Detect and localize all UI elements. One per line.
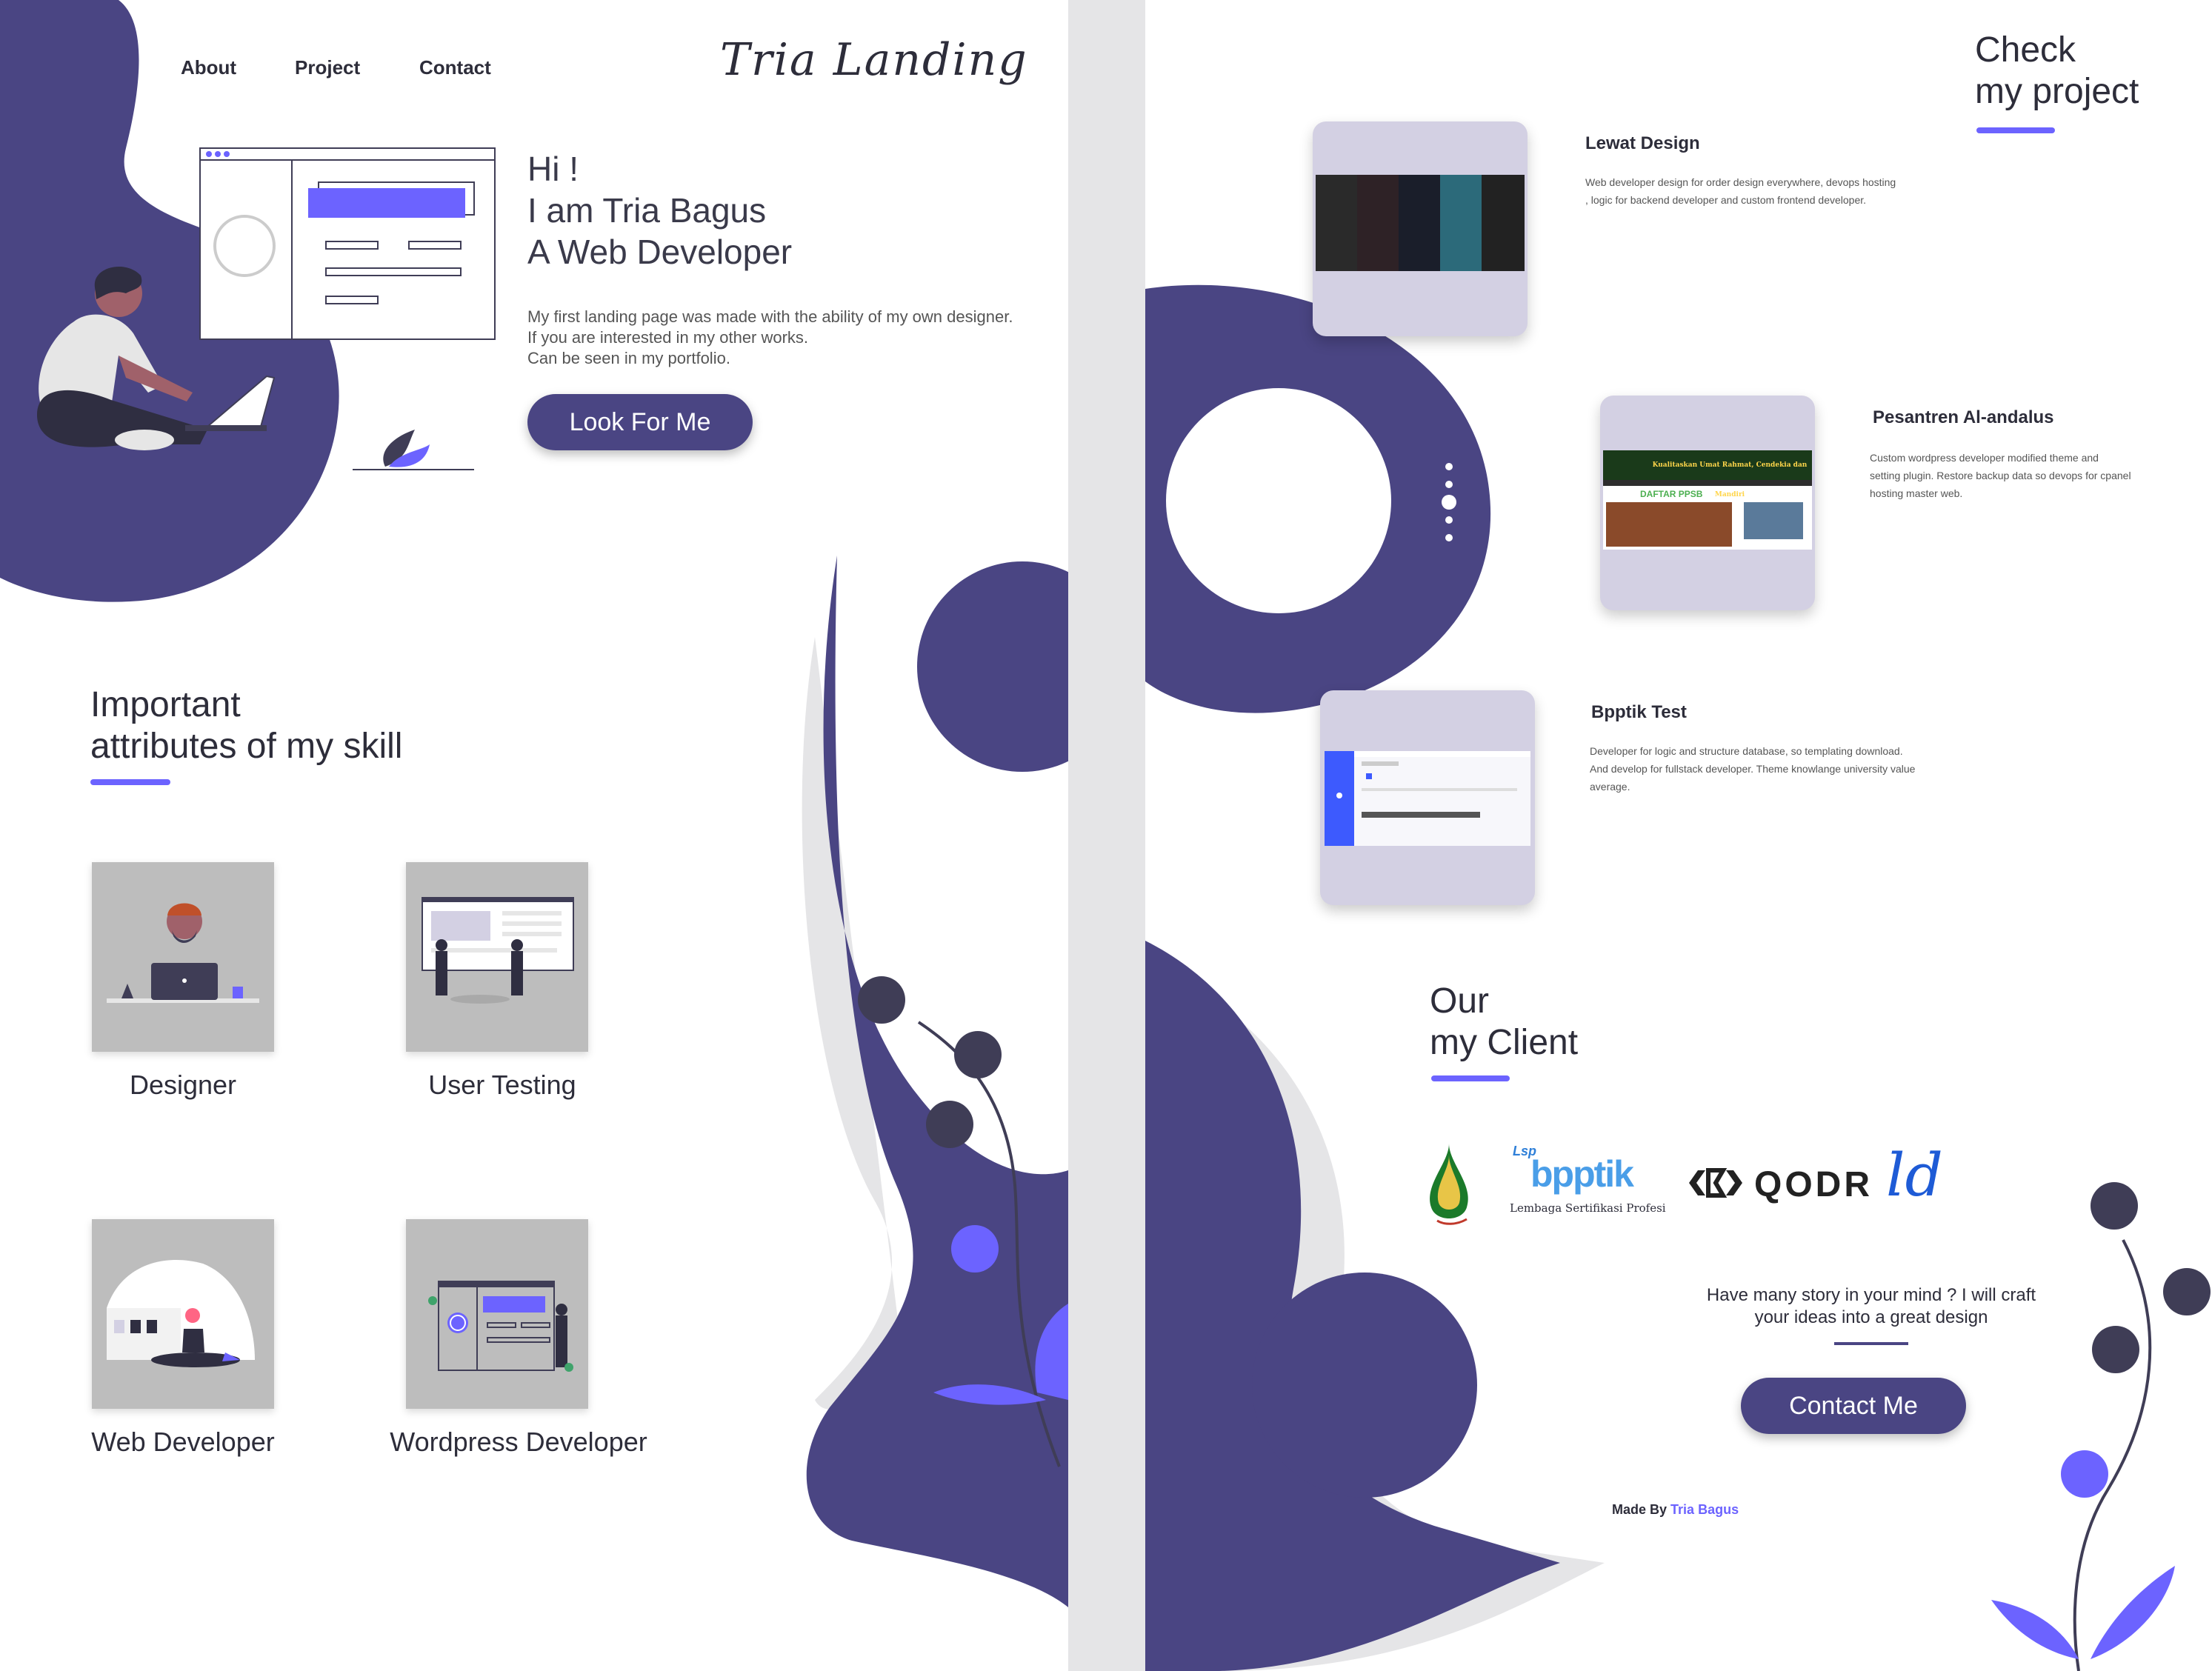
skill-card-wordpress-developer[interactable] [406,1219,588,1409]
projects-title-line: my project [1975,72,2139,111]
project-desc-line: average. [1590,781,1630,793]
page-gutter [1068,0,1145,1671]
wordpress-illustration-icon [428,1281,573,1372]
pesantren-thumb-daftar: DAFTAR PPSB [1640,489,1703,499]
landing-page-left: About Project Contact Tria Landing Hi ! … [0,0,1068,1671]
hero-intro: I am Tria Bagus [527,191,767,230]
skills-title-line: attributes of my skill [90,727,403,766]
pesantren-thumb-banner: Kualitaskan Umat Rahmat, Cendekia dan Ma… [1603,450,1812,498]
project-desc-line: And develop for fullstack developer. The… [1590,763,1916,775]
project-desc-line: Custom wordpress developer modified them… [1870,452,2099,464]
bpptik-logo[interactable]: Lsp bpptik Lembaga Sertifikasi Profesi [1508,1144,1671,1225]
project-desc-pesantren: Custom wordpress developer modified them… [1870,449,2181,502]
skill-label-web-developer: Web Developer [91,1427,275,1457]
clients-title-underline [1431,1075,1510,1081]
skill-card-designer[interactable] [92,862,274,1052]
skills-title-underline [90,779,170,785]
project-desc-bpptik: Developer for logic and structure databa… [1590,742,1975,796]
skill-label-user-testing: User Testing [428,1070,576,1100]
project-desc-line: setting plugin. Restore backup data so d… [1870,470,2131,481]
project-title-bpptik: Bpptik Test [1591,702,1687,722]
decorative-ring-shape [1145,284,1491,713]
footer-credit: Made By Tria Bagus [1612,1502,1739,1518]
skill-card-user-testing[interactable] [406,862,588,1052]
decorative-wave-shape [802,556,1068,1607]
project-desc-line: hosting master web. [1870,487,1963,499]
footer-made-by: Made By [1612,1502,1668,1517]
skill-label-designer: Designer [129,1070,237,1100]
designer-illustration-icon [107,903,259,1003]
project-thumbnail-bpptik [1325,751,1530,846]
nav-project-link[interactable]: Project [295,56,360,79]
hero-role: A Web Developer [527,233,793,271]
projects-title: Check my project [1975,30,2139,113]
projects-title-underline [1976,127,2055,133]
hero-greeting: Hi ! [527,150,579,188]
nav-about-link[interactable]: About [181,56,236,79]
project-desc-line: , logic for backend developer and custom… [1585,194,1867,206]
hero-description: My first landing page was made with the … [527,307,1061,369]
look-for-me-button[interactable]: Look For Me [527,394,753,450]
ld-logo[interactable]: ld [1886,1141,1945,1222]
landing-page-right: Check my project Lewat Design Web develo… [1145,0,2212,1671]
hero-desc-line: My first landing page was made with the … [527,307,1013,326]
project-card-lewat-design[interactable] [1313,121,1528,336]
clients-title-line: Our [1430,981,1490,1021]
bpptik-name-text: bpptik [1530,1153,1634,1195]
skills-title: Important attributes of my skill [90,684,402,767]
bpptik-sub-text: Lembaga Sertifikasi Profesi [1510,1201,1666,1215]
contact-me-button[interactable]: Contact Me [1741,1378,1966,1434]
project-card-bpptik[interactable] [1320,690,1535,905]
project-thumbnail-lewat-design [1316,175,1525,271]
projects-title-line: Check [1975,30,2076,70]
hero-heading: Hi ! I am Tria Bagus A Web Developer [527,148,1046,273]
hero-desc-line: If you are interested in my other works. [527,328,809,347]
clients-title-line: my Client [1430,1023,1579,1062]
decorative-plant-shape [1991,1182,2211,1671]
project-desc-line: Web developer design for order design ev… [1585,176,1896,188]
project-title-lewat-design: Lewat Design [1585,133,1700,153]
al-andalus-logo-icon[interactable] [1415,1141,1483,1230]
project-desc-line: Developer for logic and structure databa… [1590,745,1903,757]
skill-card-web-developer[interactable] [92,1219,274,1409]
project-desc-lewat-design: Web developer design for order design ev… [1585,173,1971,209]
skills-title-line: Important [90,685,241,724]
contact-divider [1834,1342,1908,1345]
project-card-pesantren[interactable]: Kualitaskan Umat Rahmat, Cendekia dan Ma… [1600,396,1815,610]
hero-desc-line: Can be seen in my portfolio. [527,349,730,367]
web-developer-illustration-icon [107,1260,255,1367]
footer-author-link[interactable]: Tria Bagus [1670,1502,1739,1517]
user-testing-illustration-icon [422,897,574,1004]
clients-title: Our my Client [1430,981,1578,1064]
skill-label-wordpress-developer: Wordpress Developer [390,1427,647,1457]
brand-logo[interactable]: Tria Landing [720,34,1028,86]
project-thumbnail-pesantren: Kualitaskan Umat Rahmat, Cendekia dan Ma… [1603,450,1812,550]
project-title-pesantren: Pesantren Al-andalus [1873,407,2054,427]
nav-contact-link[interactable]: Contact [419,56,491,79]
qodr-text: QODR [1754,1165,1873,1204]
qodr-logo[interactable]: QODR [1686,1164,1870,1204]
qodr-symbol-icon [1689,1168,1742,1198]
hero-illustration [37,147,496,470]
